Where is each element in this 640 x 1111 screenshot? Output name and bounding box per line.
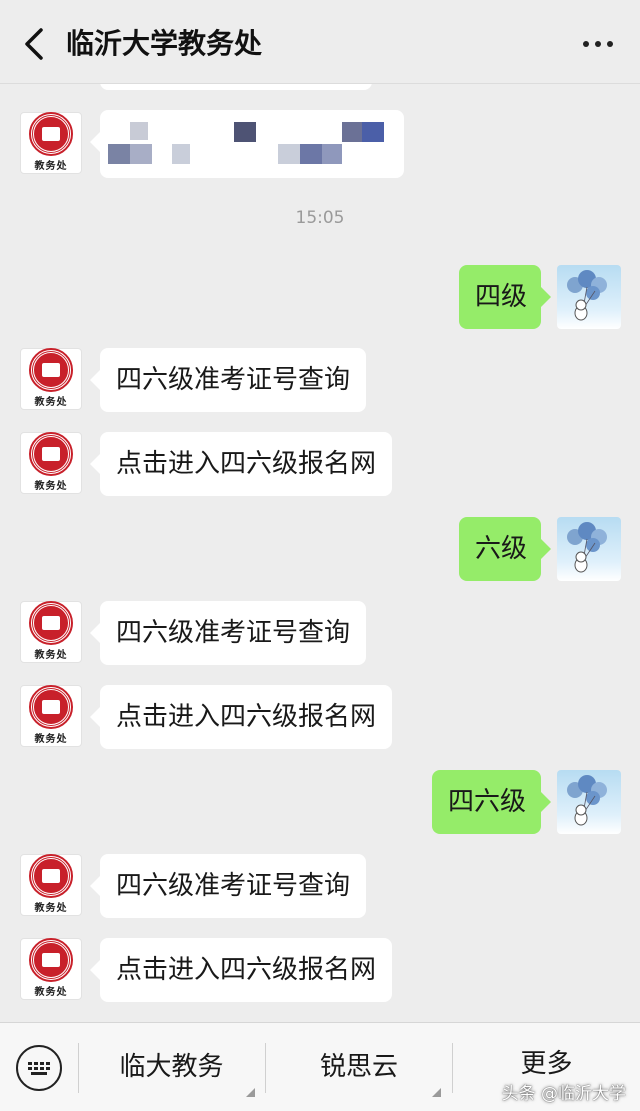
university-seal-icon — [29, 854, 73, 898]
my-message-bubble[interactable]: 四级 — [459, 265, 551, 329]
reply-link-bubble[interactable]: 四六级准考证号查询 — [89, 348, 367, 412]
university-seal-icon — [29, 112, 73, 156]
user-avatar[interactable] — [557, 517, 621, 581]
chat-header: 临沂大学教务处 — [0, 0, 640, 84]
submenu-indicator-icon — [246, 1088, 255, 1097]
keyboard-icon — [28, 1061, 50, 1075]
university-seal-icon — [29, 601, 73, 645]
official-avatar[interactable]: 教务处 — [20, 432, 82, 494]
pixelated-message-bubble[interactable] — [90, 110, 404, 178]
balloon-bear-avatar-icon — [567, 775, 607, 826]
message-bubble-partial[interactable] — [100, 84, 372, 90]
watermark: 头条 @临沂大学 — [501, 1084, 626, 1104]
official-avatar[interactable]: 教务处 — [20, 938, 82, 1000]
user-avatar[interactable] — [557, 770, 621, 834]
reply-link-bubble[interactable]: 点击进入四六级报名网 — [89, 685, 393, 749]
my-message-bubble[interactable]: 六级 — [459, 517, 551, 581]
official-avatar[interactable]: 教务处 — [20, 685, 82, 747]
reply-link-bubble[interactable]: 点击进入四六级报名网 — [89, 432, 393, 496]
more-button[interactable] — [574, 26, 622, 62]
user-avatar[interactable] — [557, 265, 621, 329]
chevron-left-icon — [25, 28, 43, 60]
chat-area[interactable]: 教务处 15:05 四级 教务处 四六级准考证号查询 教务处 点击进入四六级报名… — [0, 84, 640, 1022]
balloon-bear-avatar-icon — [567, 270, 607, 321]
my-message-bubble[interactable]: 四六级 — [432, 770, 551, 834]
university-seal-icon — [29, 348, 73, 392]
official-avatar[interactable]: 教务处 — [20, 854, 82, 916]
balloon-bear-avatar-icon — [567, 522, 607, 573]
official-avatar[interactable]: 教务处 — [20, 112, 82, 174]
university-seal-icon — [29, 685, 73, 729]
menu-item-academic-affairs[interactable]: 临大教务 — [79, 1023, 264, 1111]
university-seal-icon — [29, 432, 73, 476]
menu-item-ruisiyun[interactable]: 锐思云 — [266, 1023, 452, 1111]
reply-link-bubble[interactable]: 点击进入四六级报名网 — [89, 938, 393, 1002]
university-seal-icon — [29, 938, 73, 982]
page-title: 临沂大学教务处 — [66, 27, 263, 60]
keyboard-toggle-button[interactable] — [16, 1045, 62, 1091]
back-button[interactable] — [14, 22, 54, 66]
reply-link-bubble[interactable]: 四六级准考证号查询 — [89, 601, 367, 665]
more-dots-icon — [583, 41, 589, 47]
official-avatar[interactable]: 教务处 — [20, 348, 82, 410]
reply-link-bubble[interactable]: 四六级准考证号查询 — [89, 854, 367, 918]
message-timestamp: 15:05 — [295, 208, 345, 228]
official-avatar[interactable]: 教务处 — [20, 601, 82, 663]
submenu-indicator-icon — [432, 1088, 441, 1097]
